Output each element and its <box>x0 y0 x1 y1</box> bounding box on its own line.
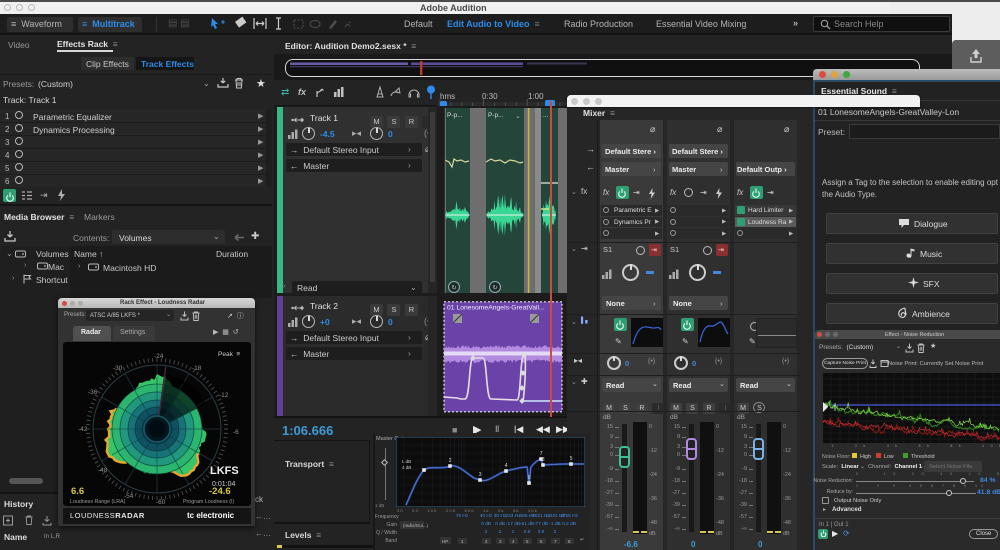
svg-text:4 dB: 4 dB <box>402 465 411 470</box>
svg-text:8: 8 <box>542 457 545 463</box>
svg-text:-54: -54 <box>124 493 134 500</box>
svg-text:-12: -12 <box>219 392 229 399</box>
svg-text:P-p...: P-p... <box>447 112 463 119</box>
svg-text:LKFS: LKFS <box>210 465 239 477</box>
svg-text:Loudness Range (LRA): Loudness Range (LRA) <box>70 499 126 505</box>
svg-text:3: 3 <box>479 472 482 478</box>
svg-text:4: 4 <box>505 463 508 469</box>
svg-text:6.6: 6.6 <box>71 486 84 497</box>
svg-text:-42: -42 <box>78 426 88 433</box>
svg-text:L dB: L dB <box>402 459 411 464</box>
svg-text:...: ... <box>543 112 549 119</box>
svg-text:-36: -36 <box>88 389 98 396</box>
svg-text:↻: ↻ <box>492 285 497 292</box>
svg-text:-48: -48 <box>98 467 108 474</box>
svg-text:-60: -60 <box>156 499 166 506</box>
svg-text:6: 6 <box>528 475 531 481</box>
svg-text:5: 5 <box>570 456 573 462</box>
svg-text:Peak ≡: Peak ≡ <box>218 351 240 358</box>
svg-text:-18: -18 <box>192 365 202 372</box>
svg-text:Program Loudness (I): Program Loudness (I) <box>183 499 234 505</box>
svg-text:-24.6: -24.6 <box>209 486 231 497</box>
svg-text:↻: ↻ <box>451 285 456 292</box>
svg-text:⌄: ⌄ <box>515 113 521 120</box>
svg-text:2: 2 <box>449 458 452 464</box>
svg-text:-30: -30 <box>113 365 123 372</box>
svg-text:01 LonesomeAngels-GreatVall...: 01 LonesomeAngels-GreatVall... <box>447 305 545 312</box>
svg-text:P-p...: P-p... <box>488 112 504 119</box>
svg-text:-6: -6 <box>233 429 239 436</box>
svg-text:-24: -24 <box>154 353 164 360</box>
